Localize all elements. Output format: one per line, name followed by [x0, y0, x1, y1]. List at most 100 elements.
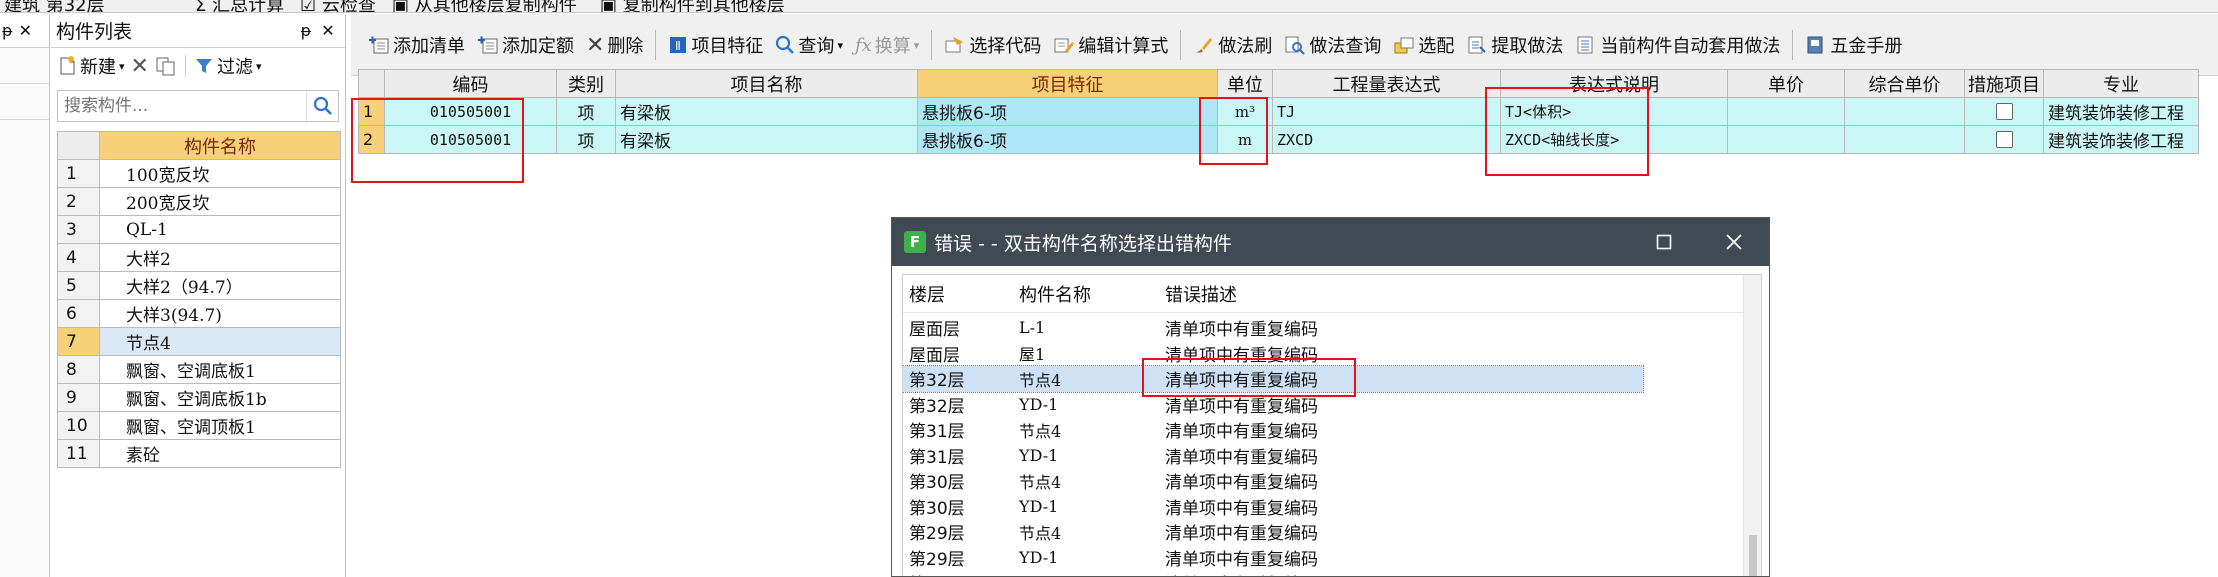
- error-component[interactable]: YD-1: [1013, 395, 1159, 414]
- cell-major[interactable]: 建筑装饰装修工程: [2043, 97, 2199, 126]
- summary-calc-button[interactable]: Σ 汇总计算: [195, 0, 284, 12]
- component-name[interactable]: 飘窗、空调顶板1: [99, 411, 341, 440]
- component-name[interactable]: 大样2（94.7）: [99, 271, 341, 300]
- convert-button[interactable]: ƒx 换算 ▾: [850, 29, 924, 61]
- select-code-button[interactable]: 选择代码: [939, 29, 1046, 61]
- cell-price[interactable]: [1727, 97, 1845, 126]
- col-header-expression[interactable]: 工程量表达式: [1272, 69, 1501, 98]
- error-row[interactable]: 第29层 节点4 清单项中有重复编码: [903, 519, 1643, 545]
- error-component[interactable]: 节点4: [1013, 367, 1159, 391]
- error-component[interactable]: L-1: [1013, 318, 1159, 337]
- component-name-header[interactable]: 构件名称: [99, 131, 341, 160]
- col-header-expression-desc[interactable]: 表达式说明: [1500, 69, 1728, 98]
- error-dialog-title-bar[interactable]: F 错误 - - 双击构件名称选择出错构件: [892, 218, 1769, 266]
- col-header-price[interactable]: 单价: [1727, 69, 1845, 98]
- error-row[interactable]: 第28层节点4清单项中有重复编码: [903, 570, 1643, 576]
- add-list-button[interactable]: 添加清单: [363, 29, 470, 61]
- error-col-desc[interactable]: 错误描述: [1159, 281, 1628, 307]
- error-row[interactable]: 第32层 节点4 清单项中有重复编码: [903, 365, 1644, 393]
- component-list-item[interactable]: 5 大样2（94.7）: [57, 271, 341, 300]
- cell-feature[interactable]: 悬挑板6-项: [917, 97, 1218, 126]
- filter-button[interactable]: 过滤 ▾: [194, 53, 262, 79]
- cell-major[interactable]: 建筑装饰装修工程: [2043, 125, 2199, 154]
- component-name[interactable]: 飘窗、空调底板1: [99, 355, 341, 384]
- delete-button[interactable]: ✕ 删除: [581, 29, 648, 61]
- row-number[interactable]: 1: [358, 97, 385, 126]
- component-list-item[interactable]: 4 大样2: [57, 243, 341, 272]
- component-list-item[interactable]: 9 飘窗、空调底板1b: [57, 383, 341, 412]
- method-row[interactable]: 2 010505001 项有梁板 悬挑板6-项 m ZXCD ZXCD<轴线长度> 建筑装饰装…: [358, 125, 2199, 154]
- error-row[interactable]: 第29层 YD-1 清单项中有重复编码: [903, 545, 1643, 571]
- navigation-item[interactable]: [0, 48, 49, 84]
- extract-method-button[interactable]: 提取做法: [1461, 29, 1568, 61]
- method-brush-button[interactable]: 做法刷: [1188, 29, 1277, 61]
- col-header-major[interactable]: 专业: [2043, 69, 2199, 98]
- component-name[interactable]: 100宽反坎: [99, 159, 341, 188]
- navigation-item[interactable]: [0, 84, 49, 120]
- error-row[interactable]: 第30层 节点4 清单项中有重复编码: [903, 468, 1643, 494]
- edit-formula-button[interactable]: 编辑计算式: [1048, 29, 1173, 61]
- component-list-item[interactable]: 8 飘窗、空调底板1: [57, 355, 341, 384]
- col-header-unit[interactable]: 单位: [1217, 69, 1273, 98]
- cell-code[interactable]: 010505001: [384, 125, 557, 154]
- component-name[interactable]: 200宽反坎: [99, 187, 341, 216]
- cloud-check-button[interactable]: ☑ 云检查: [300, 0, 376, 12]
- close-button[interactable]: [1699, 218, 1769, 266]
- cell-expression-desc[interactable]: ZXCD<轴线长度>: [1500, 125, 1728, 154]
- component-list-item[interactable]: 6 大样3(94.7): [57, 299, 341, 328]
- cell-expression[interactable]: TJ: [1272, 97, 1501, 126]
- cell-total-price[interactable]: [1844, 97, 1965, 126]
- col-header-total-price[interactable]: 综合单价: [1844, 69, 1965, 98]
- error-row[interactable]: 第30层 YD-1 清单项中有重复编码: [903, 494, 1643, 520]
- component-list-item[interactable]: 2 200宽反坎: [57, 187, 341, 216]
- component-list-item[interactable]: 1 100宽反坎: [57, 159, 341, 188]
- copy-icon[interactable]: [155, 56, 177, 76]
- error-component[interactable]: YD-1: [1013, 497, 1159, 516]
- component-name[interactable]: 节点4: [99, 327, 341, 356]
- delete-icon[interactable]: ✕: [131, 54, 149, 79]
- error-row[interactable]: 第31层 YD-1 清单项中有重复编码: [903, 443, 1643, 469]
- component-name[interactable]: 飘窗、空调底板1b: [99, 383, 341, 412]
- component-list-item[interactable]: 10 飘窗、空调顶板1: [57, 411, 341, 440]
- error-component[interactable]: 节点4: [1013, 520, 1159, 544]
- cell-name[interactable]: 有梁板: [615, 97, 918, 126]
- col-header-feature[interactable]: 项目特征: [917, 69, 1218, 98]
- component-name[interactable]: 大样2: [99, 243, 341, 272]
- cell-type[interactable]: 项: [556, 125, 616, 154]
- close-icon[interactable]: ✕: [19, 21, 32, 40]
- error-list-scrollbar[interactable]: [1743, 275, 1761, 576]
- row-number[interactable]: 2: [358, 125, 385, 154]
- error-component[interactable]: 屋1: [1013, 341, 1159, 365]
- cell-price[interactable]: [1727, 125, 1845, 154]
- search-button[interactable]: [306, 91, 338, 121]
- col-header-type[interactable]: 类别: [556, 69, 616, 98]
- cell-unit[interactable]: m: [1217, 125, 1273, 154]
- error-component[interactable]: 节点4: [1013, 418, 1159, 442]
- copy-to-floor-button[interactable]: ▣ 复制构件到其他楼层: [600, 0, 785, 12]
- col-header-name[interactable]: 项目名称: [615, 69, 918, 98]
- cell-expression-desc[interactable]: TJ<体积>: [1500, 97, 1728, 126]
- auto-apply-button[interactable]: 当前构件自动套用做法: [1570, 29, 1785, 61]
- item-feature-button[interactable]: Ⅱ 项目特征: [663, 29, 768, 61]
- pin-icon[interactable]: ᵽ: [295, 21, 317, 40]
- error-col-floor[interactable]: 楼层: [903, 281, 1013, 307]
- component-list-item[interactable]: 3 QL-1: [57, 215, 341, 244]
- component-list-item[interactable]: 11 素砼: [57, 439, 341, 468]
- error-row[interactable]: 屋面层 屋1 清单项中有重复编码: [903, 341, 1643, 367]
- error-row[interactable]: 第31层 节点4 清单项中有重复编码: [903, 417, 1643, 443]
- component-list-item[interactable]: 7 节点4: [57, 327, 341, 356]
- component-search-input[interactable]: [58, 91, 306, 121]
- error-col-component[interactable]: 构件名称: [1013, 281, 1159, 307]
- hardware-manual-button[interactable]: 五金手册: [1800, 29, 1907, 61]
- maximize-button[interactable]: [1629, 218, 1699, 266]
- measure-checkbox[interactable]: [1995, 103, 2013, 120]
- pin-icon[interactable]: ᵽ: [2, 21, 13, 40]
- col-header-measure[interactable]: 措施项目: [1964, 69, 2044, 98]
- measure-checkbox[interactable]: [1995, 131, 2013, 148]
- floor-selector[interactable]: 建筑 第32层: [4, 0, 105, 12]
- error-component[interactable]: 节点4: [1013, 469, 1159, 493]
- error-row[interactable]: 第32层 YD-1 清单项中有重复编码: [903, 392, 1643, 418]
- pick-match-button[interactable]: 选配: [1388, 29, 1459, 61]
- copy-from-floor-button[interactable]: ▣ 从其他楼层复制构件: [392, 0, 577, 12]
- method-query-button[interactable]: 做法查询: [1279, 29, 1386, 61]
